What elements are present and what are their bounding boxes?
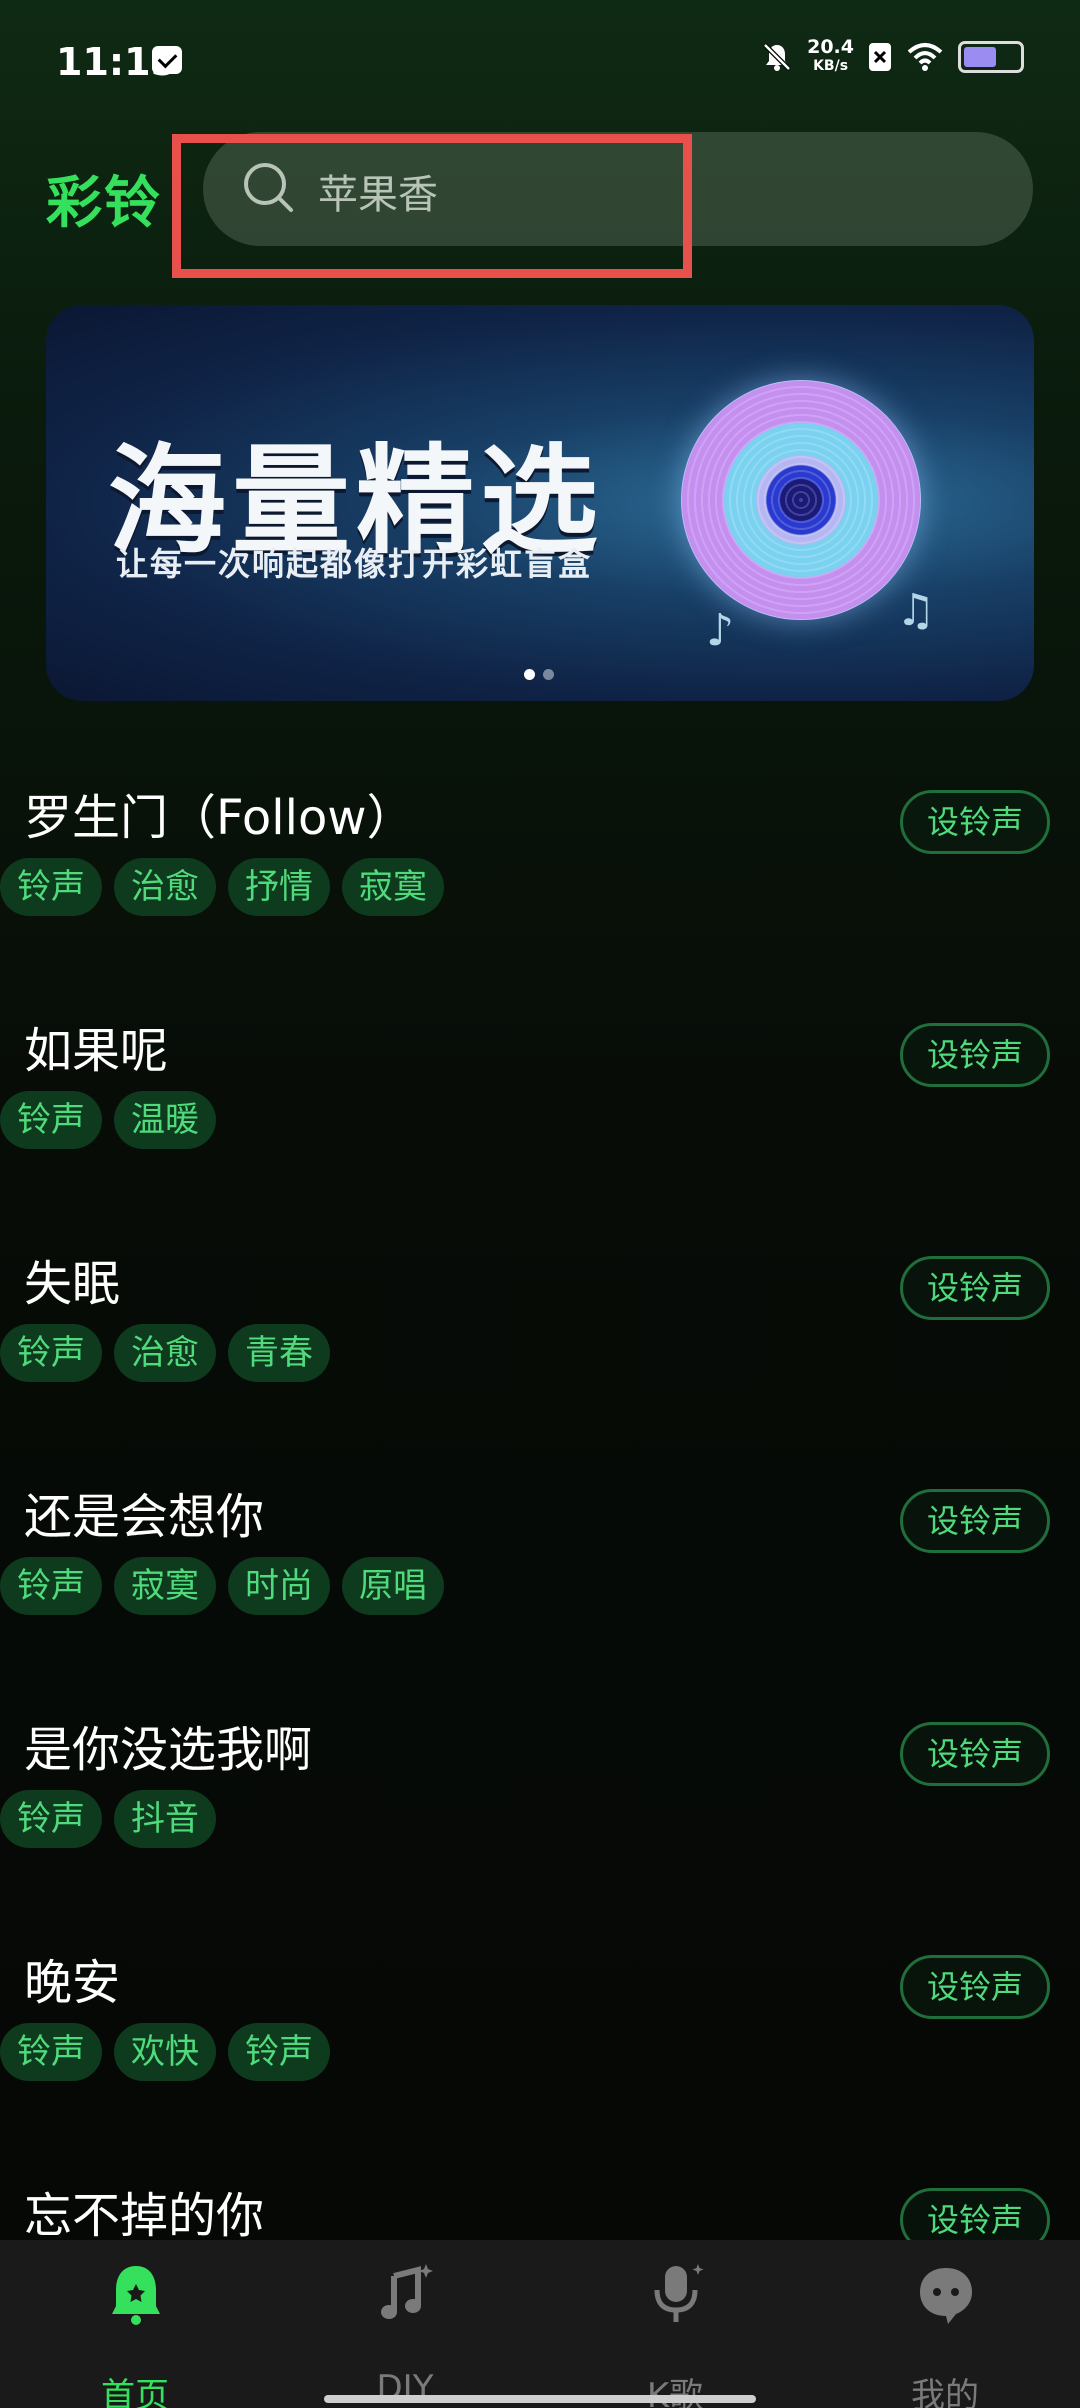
nav-tab-diy[interactable]: DIY [270,2240,540,2408]
wifi-icon [907,43,943,71]
set-ringtone-button[interactable]: 设铃声 [900,1023,1050,1087]
tag: 铃声 [228,2023,330,2081]
song-title: 如果呢 [24,1023,169,1079]
network-speed-value: 20.4 [807,36,854,58]
nav-label: 我的 [911,2376,979,2408]
set-ringtone-button[interactable]: 设铃声 [900,1722,1050,1786]
song-item[interactable]: 是你没选我啊 铃声 抖音 设铃声 [0,1710,1080,1910]
mute-icon [763,43,791,71]
screen: 11:15 20.4 KB/s 彩铃 苹果香 海量精选 让每一次响起都像打开彩虹… [0,0,1080,2408]
carousel-dot [543,669,554,680]
song-title: 还是会想你 [24,1489,265,1545]
chat-bubble-icon [920,2268,972,2324]
nav-tab-home[interactable]: 首页 [0,2240,270,2408]
tag-list: 铃声 温暖 [0,1091,216,1149]
set-ringtone-button[interactable]: 设铃声 [900,1955,1050,2019]
disc-grooves [681,380,921,620]
home-indicator[interactable] [324,2395,756,2403]
music-note-icon: ♪ [706,605,735,656]
tag: 原唱 [342,1557,444,1615]
tag: 铃声 [0,858,102,916]
tag: 治愈 [114,1324,216,1382]
vinyl-disc-icon [681,380,921,620]
tag: 欢快 [114,2023,216,2081]
set-ringtone-button[interactable]: 设铃声 [900,1256,1050,1320]
song-title: 忘不掉的你 [24,2188,265,2240]
song-item[interactable]: 还是会想你 铃声 寂寞 时尚 原唱 设铃声 [0,1477,1080,1677]
set-ringtone-button[interactable]: 设铃声 [900,1489,1050,1553]
song-item[interactable]: 忘不掉的你 设铃声 [0,2176,1080,2240]
tag: 寂寞 [342,858,444,916]
tag: 寂寞 [114,1557,216,1615]
highlight-box [172,134,692,278]
tag-list: 铃声 治愈 抒情 寂寞 [0,858,444,916]
nav-label: 首页 [101,2376,169,2408]
music-note-icon [381,2264,433,2319]
tag: 铃声 [0,1790,102,1848]
song-title: 罗生门（Follow） [24,790,415,846]
promo-banner[interactable]: 海量精选 让每一次响起都像打开彩虹盲盒 ♪ ♫ [46,305,1034,701]
tag: 温暖 [114,1091,216,1149]
set-ringtone-button[interactable]: 设铃声 [900,790,1050,854]
tag: 铃声 [0,1091,102,1149]
status-right: 20.4 KB/s [761,38,1024,76]
tag: 青春 [228,1324,330,1382]
song-title: 是你没选我啊 [24,1722,313,1778]
bottom-nav: 首页 DIY K歌 我的 [0,2240,1080,2408]
tag: 铃声 [0,1324,102,1382]
song-item[interactable]: 罗生门（Follow） 铃声 治愈 抒情 寂寞 设铃声 [0,778,1080,978]
message-icon [152,46,182,74]
battery-icon [958,41,1024,73]
tag: 铃声 [0,2023,102,2081]
song-item[interactable]: 失眠 铃声 治愈 青春 设铃声 [0,1244,1080,1444]
tag: 时尚 [228,1557,330,1615]
music-note-icon: ♫ [896,585,936,636]
tag-list: 铃声 治愈 青春 [0,1324,330,1382]
song-item[interactable]: 晚安 铃声 欢快 铃声 设铃声 [0,1943,1080,2143]
nav-tab-karaoke[interactable]: K歌 [540,2240,810,2408]
network-speed-unit: KB/s [813,58,849,74]
tag: 抖音 [114,1790,216,1848]
tag: 铃声 [0,1557,102,1615]
tag: 治愈 [114,858,216,916]
network-speed: 20.4 KB/s [807,38,854,76]
bell-icon [112,2266,160,2325]
nav-tab-profile[interactable]: 我的 [810,2240,1080,2408]
carousel-dots [524,669,554,680]
carousel-dot-active [524,669,535,680]
set-ringtone-button[interactable]: 设铃声 [900,2188,1050,2240]
sim-icon [869,43,891,71]
tag-list: 铃声 寂寞 时尚 原唱 [0,1557,444,1615]
tag: 抒情 [228,858,330,916]
status-bar: 11:15 20.4 KB/s [0,0,1080,120]
brand-logo: 彩铃 [46,171,162,236]
song-item[interactable]: 如果呢 铃声 温暖 设铃声 [0,1011,1080,1211]
song-title: 失眠 [24,1256,121,1312]
banner-subtitle: 让每一次响起都像打开彩虹盲盒 [116,545,593,583]
battery-level [964,47,996,67]
microphone-icon [654,2264,704,2322]
tag-list: 铃声 抖音 [0,1790,216,1848]
tag-list: 铃声 欢快 铃声 [0,2023,330,2081]
song-title: 晚安 [24,1955,121,2011]
